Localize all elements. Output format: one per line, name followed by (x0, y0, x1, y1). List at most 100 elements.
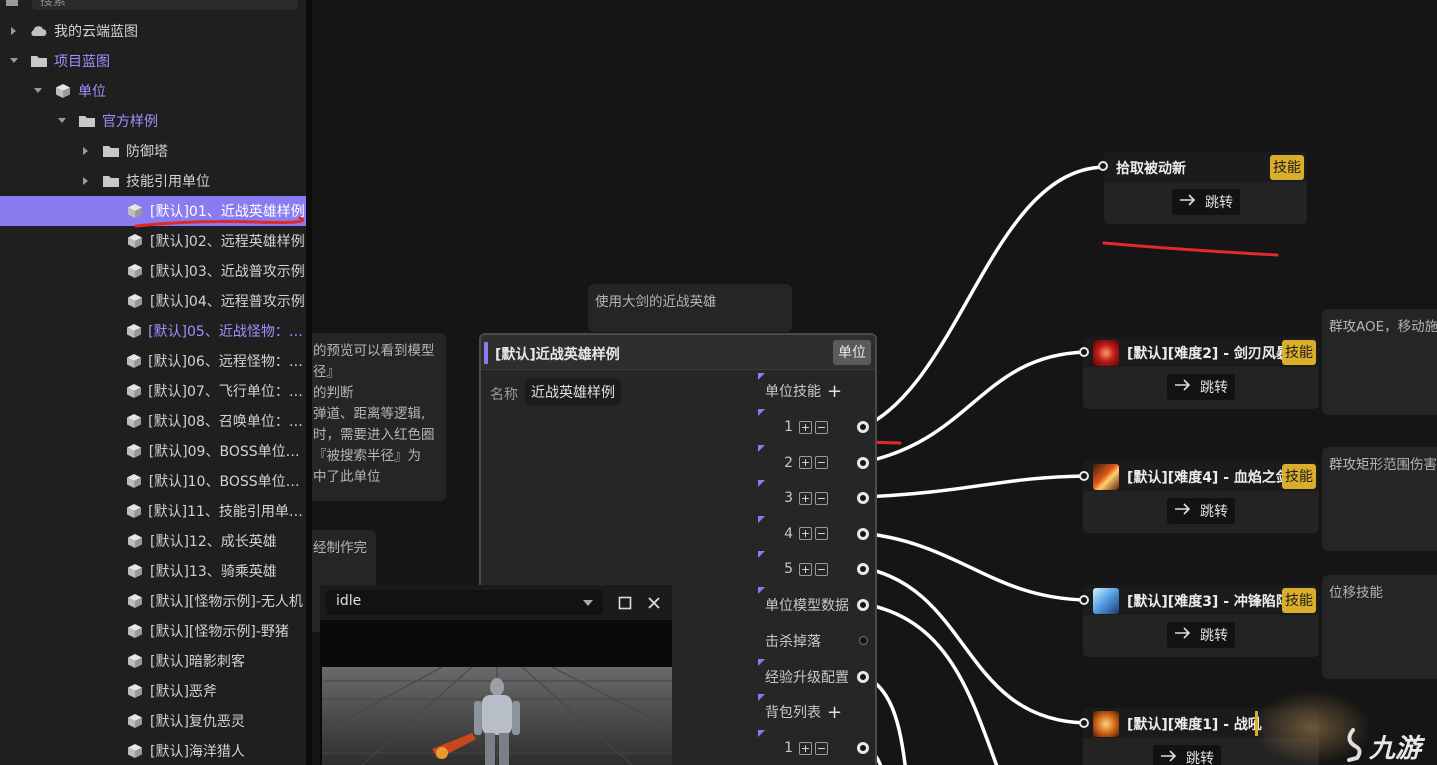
tree-item[interactable]: 我的云端蓝图 (0, 16, 306, 46)
cube-icon (126, 533, 144, 549)
bag-slot-add-button[interactable]: + (799, 741, 812, 755)
skill-slot-pin[interactable] (857, 421, 869, 433)
tree-item[interactable]: [默认]05、近战怪物：狼人 (0, 316, 306, 346)
tree-item[interactable]: [默认]10、BOSS单位：... (0, 466, 306, 496)
search-input[interactable]: 搜索 (32, 0, 298, 10)
red-annotation-underline-skill (1102, 241, 1279, 257)
tree-item[interactable]: [默认]09、BOSS单位：... (0, 436, 306, 466)
tree-item-label: [默认]09、BOSS单位：... (148, 444, 306, 460)
skill-input-pin[interactable] (1079, 471, 1089, 481)
tree-item[interactable]: [默认][怪物示例]-野猪 (0, 616, 306, 646)
skill-input-pin[interactable] (1079, 347, 1089, 357)
cube-icon (125, 353, 142, 369)
tree-item[interactable]: [默认]暗影刺客 (0, 646, 306, 676)
tree-item[interactable]: [默认]03、近战普攻示例 (0, 256, 306, 286)
tree-item[interactable]: 官方样例 (0, 106, 306, 136)
tree-item[interactable]: [默认]07、飞行单位：秃鹫 (0, 376, 306, 406)
chevron-down-icon[interactable] (32, 85, 44, 97)
wire-skill-2 (863, 350, 1087, 464)
tree-item[interactable]: [默认]12、成长英雄 (0, 526, 306, 556)
folder-icon (30, 53, 48, 69)
add-skill-button[interactable]: + (827, 382, 842, 400)
tree-item[interactable]: [默认]海洋猎人 (0, 736, 306, 765)
chevron-right-icon[interactable] (80, 175, 92, 187)
skill-slot-remove-button[interactable]: − (815, 420, 828, 434)
chevron-down-icon[interactable] (56, 115, 68, 127)
cube-icon (126, 713, 144, 729)
skill-input-pin[interactable] (1079, 595, 1089, 605)
add-bag-button[interactable]: + (827, 703, 842, 721)
unit-node-header[interactable]: [默认]近战英雄样例 单位 (481, 335, 875, 370)
wire-skill-3 (863, 474, 1087, 499)
skill-slot-remove-button[interactable]: − (815, 527, 828, 540)
arrow-right-icon (1174, 626, 1192, 644)
jump-button[interactable]: 跳转 (1153, 745, 1221, 765)
skill-node-pickup[interactable]: 拾取被动新 技能 跳转 (1104, 152, 1307, 224)
kill-drop-pin[interactable] (859, 636, 868, 645)
jump-button[interactable]: 跳转 (1172, 189, 1240, 215)
name-field[interactable]: 近战英雄样例 (525, 379, 621, 405)
tree-item[interactable]: [默认]04、远程普攻示例 (0, 286, 306, 316)
skill-slot-number: 1 (784, 419, 793, 435)
tree-item-label: [默认]暗影刺客 (150, 654, 245, 670)
jump-button[interactable]: 跳转 (1167, 374, 1235, 400)
skill-node-blade-storm[interactable]: [默认][难度2] - 剑刃风暴 技能 跳转 (1083, 337, 1319, 409)
tree-item[interactable]: [默认]11、技能引用单位... (0, 496, 306, 526)
skill-slot-add-button[interactable]: + (799, 456, 812, 469)
skill-slot-remove-button[interactable]: − (815, 456, 828, 469)
maximize-icon[interactable] (615, 593, 635, 613)
chevron-right-icon[interactable] (80, 145, 92, 157)
tree-item[interactable]: 防御塔 (0, 136, 306, 166)
tree-item[interactable]: [默认]08、召唤单位：水... (0, 406, 306, 436)
bag-list-label: 背包列表 (765, 705, 821, 721)
tree-item[interactable]: [默认]复仇恶灵 (0, 706, 306, 736)
skill-slot-pin[interactable] (857, 456, 869, 469)
skill-node-charge[interactable]: [默认][难度3] - 冲锋陷阵 技能 跳转 (1083, 585, 1319, 657)
animation-select[interactable]: idle (326, 590, 603, 615)
bag-slot-pin[interactable] (857, 742, 869, 754)
pin-marker (758, 694, 765, 701)
skill-slot-add-button[interactable]: + (799, 420, 812, 434)
skill-node-blood-flame-sword[interactable]: [默认][难度4] - 血焰之剑 技能 跳转 (1083, 461, 1319, 533)
skill-slot-add-button[interactable]: + (799, 527, 812, 540)
model-data-pin[interactable] (857, 599, 869, 611)
model-preview-window[interactable]: idle (320, 585, 672, 765)
skill-input-pin[interactable] (1098, 161, 1108, 171)
tree-item[interactable]: 项目蓝图 (0, 46, 306, 76)
tree-item[interactable]: [默认]06、远程怪物：爬虫 (0, 346, 306, 376)
preview-viewport[interactable] (322, 667, 672, 765)
tree-item[interactable]: [默认]恶斧 (0, 676, 306, 706)
chevron-down-icon[interactable] (8, 55, 20, 67)
skill-slot-remove-button[interactable]: − (815, 562, 828, 576)
tree-item[interactable]: 单位 (0, 76, 306, 106)
skill-slot-pin[interactable] (857, 527, 869, 540)
tree-item[interactable]: [默认]02、远程英雄样例 (0, 226, 306, 256)
skill-slot-pin[interactable] (857, 563, 869, 575)
tree-item[interactable]: [默认]13、骑乘英雄 (0, 556, 306, 586)
tree-item-label: [默认]07、飞行单位：秃鹫 (148, 384, 306, 400)
close-icon[interactable] (644, 593, 664, 613)
exp-config-pin[interactable] (857, 671, 869, 683)
model-data-label: 单位模型数据 (765, 598, 849, 614)
chevron-right-icon[interactable] (8, 25, 20, 37)
skill-slot-add-button[interactable]: + (799, 491, 812, 505)
skill-slot-remove-button[interactable]: − (815, 491, 828, 505)
jump-button[interactable]: 跳转 (1167, 622, 1235, 648)
exp-config-label: 经验升级配置 (765, 670, 849, 686)
tree-item[interactable]: [默认][怪物示例]-无人机 (0, 586, 306, 616)
folder-icon (102, 143, 120, 159)
skill-slot-add-button[interactable]: + (799, 562, 812, 576)
jump-button[interactable]: 跳转 (1167, 498, 1235, 524)
cube-icon (125, 383, 142, 399)
skill-node-title: [默认][难度3] - 冲锋陷阵 (1127, 594, 1290, 610)
unit-node-title: [默认]近战英雄样例 (495, 347, 620, 363)
skill-slot-pin[interactable] (857, 492, 869, 504)
home-icon[interactable] (4, 0, 20, 8)
preview-toolbar: idle (320, 585, 672, 620)
tree-item-label: [默认][怪物示例]-无人机 (150, 594, 303, 610)
skill-input-pin[interactable] (1079, 718, 1089, 728)
tree-item-label: [默认]复仇恶灵 (150, 714, 245, 730)
tree-item[interactable]: 技能引用单位 (0, 166, 306, 196)
bag-slot-remove-button[interactable]: − (815, 741, 828, 755)
